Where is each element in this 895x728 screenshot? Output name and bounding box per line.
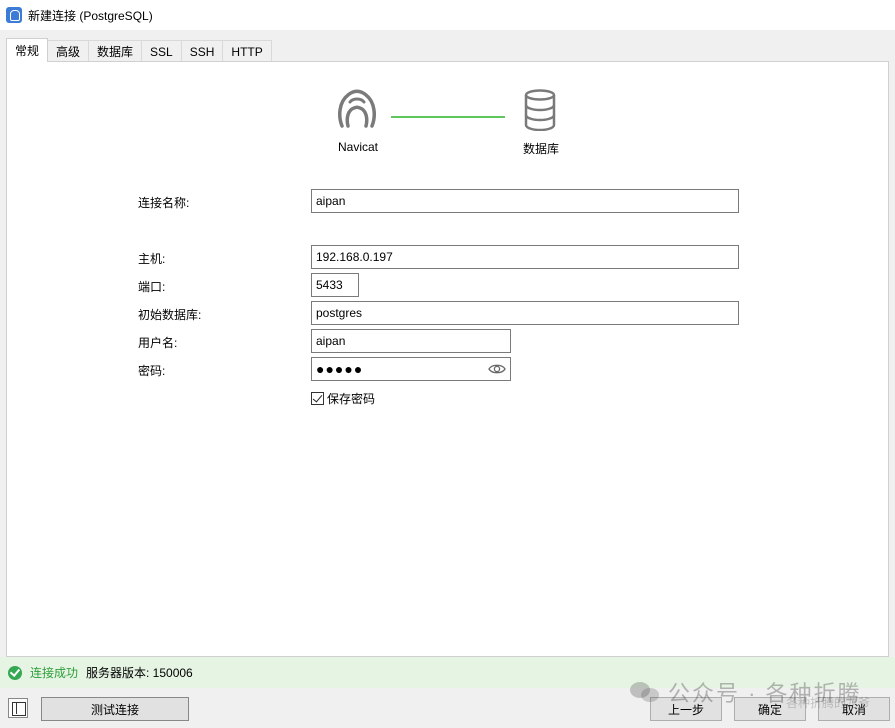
username-label: 用户名: <box>138 336 178 350</box>
navicat-app-icon <box>6 7 22 23</box>
host-label: 主机: <box>138 252 166 266</box>
navicat-logo-icon <box>338 89 376 128</box>
tab-http[interactable]: HTTP <box>222 40 272 62</box>
save-password-checkbox[interactable] <box>311 392 324 405</box>
initial-database-label: 初始数据库: <box>138 308 202 322</box>
tab-ssh[interactable]: SSH <box>180 40 224 62</box>
general-panel: Navicat 数据库 连接名称: aipan 主机: 192.168.0.19… <box>6 61 889 657</box>
window-title: 新建连接 (PostgreSQL) <box>28 8 153 23</box>
title-bar: 新建连接 (PostgreSQL) <box>0 0 895 30</box>
port-input[interactable]: 5433 <box>311 273 359 297</box>
tab-advanced[interactable]: 高级 <box>47 40 90 62</box>
tab-bar: 常规 高级 数据库 SSL SSH HTTP <box>6 38 272 62</box>
database-icon <box>524 89 556 131</box>
button-bar: 测试连接 上一步 确定 取消 <box>0 688 895 728</box>
success-check-icon <box>8 665 22 680</box>
server-version-text: 服务器版本: 150006 <box>86 666 193 680</box>
connection-line <box>391 116 505 118</box>
connection-diagram: Navicat 数据库 <box>7 62 888 162</box>
initial-database-input[interactable]: postgres <box>311 301 739 325</box>
tab-general[interactable]: 常规 <box>6 38 49 62</box>
password-mask: ●●●●● <box>316 361 364 377</box>
tab-databases[interactable]: 数据库 <box>88 40 143 62</box>
password-input[interactable]: ●●●●● <box>311 357 511 381</box>
save-password-row[interactable]: 保存密码 <box>311 390 375 407</box>
cancel-button[interactable]: 取消 <box>818 697 890 721</box>
navicat-label: Navicat <box>337 140 378 154</box>
tab-ssl[interactable]: SSL <box>141 40 182 62</box>
port-label: 端口: <box>138 280 166 294</box>
host-input[interactable]: 192.168.0.197 <box>311 245 739 269</box>
connection-name-input[interactable]: aipan <box>311 189 739 213</box>
show-password-eye-icon[interactable] <box>488 362 506 376</box>
database-label: 数据库 <box>522 142 559 156</box>
previous-button[interactable]: 上一步 <box>650 697 722 721</box>
connection-name-label: 连接名称: <box>138 196 190 210</box>
toggle-panel-icon[interactable] <box>8 698 28 718</box>
ok-button[interactable]: 确定 <box>734 697 806 721</box>
connection-success-text: 连接成功 <box>30 666 79 680</box>
save-password-label: 保存密码 <box>327 392 376 406</box>
password-label: 密码: <box>138 364 166 378</box>
username-input[interactable]: aipan <box>311 329 511 353</box>
status-bar: 连接成功 服务器版本: 150006 <box>0 657 895 688</box>
test-connection-button[interactable]: 测试连接 <box>41 697 189 721</box>
